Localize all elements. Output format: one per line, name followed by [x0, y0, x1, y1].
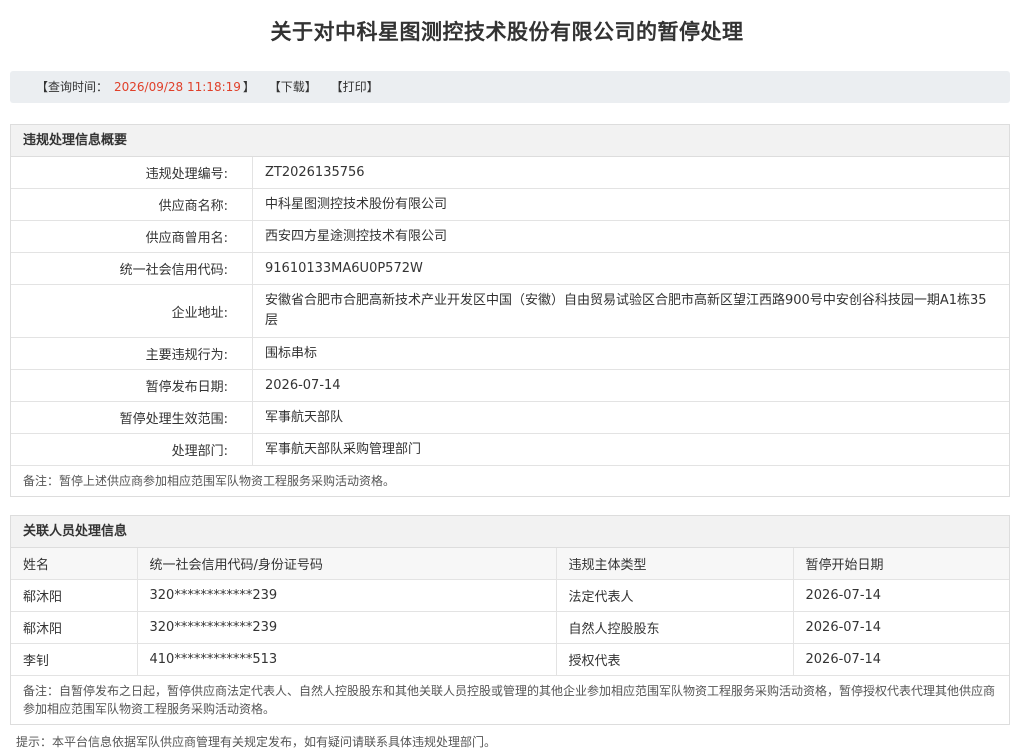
- query-time-close: 】: [242, 80, 255, 94]
- table-row: 李钊 410************513 授权代表 2026-07-14: [11, 643, 1009, 676]
- table-cell: 2026-07-14: [793, 579, 1009, 612]
- column-header: 暂停开始日期: [793, 548, 1009, 580]
- table-cell: 授权代表: [556, 643, 794, 676]
- violation-note: 备注：暂停上述供应商参加相应范围军队物资工程服务采购活动资格。: [23, 474, 396, 488]
- field-label: 供应商名称:: [11, 188, 253, 221]
- field-label: 企业地址:: [11, 284, 253, 338]
- field-value: 中科星图测控技术股份有限公司: [252, 188, 1009, 221]
- table-cell: 郗沐阳: [11, 579, 138, 612]
- table-row: 郗沐阳 320************239 法定代表人 2026-07-14: [11, 579, 1009, 612]
- page-title: 关于对中科星图测控技术股份有限公司的暂停处理: [270, 20, 744, 44]
- table-row: 主要违规行为: 围标串标: [11, 337, 1009, 370]
- field-label: 统一社会信用代码:: [11, 252, 253, 285]
- query-toolbar: 【查询时间： 2026/09/28 11:18:19】 【下载】 【打印】: [10, 71, 1010, 103]
- print-link[interactable]: 【打印】: [331, 80, 379, 94]
- field-value: 91610133MA6U0P572W: [252, 252, 1009, 285]
- table-cell: 法定代表人: [556, 579, 794, 612]
- field-value: 军事航天部队: [252, 401, 1009, 434]
- table-row: 郗沐阳 320************239 自然人控股股东 2026-07-1…: [11, 611, 1009, 644]
- field-value: 军事航天部队采购管理部门: [252, 433, 1009, 466]
- field-value: ZT2026135756: [252, 157, 1009, 189]
- table-row: 供应商名称: 中科星图测控技术股份有限公司: [11, 188, 1009, 221]
- field-label: 暂停发布日期:: [11, 369, 253, 402]
- field-label: 处理部门:: [11, 433, 253, 466]
- field-value: 围标串标: [252, 337, 1009, 370]
- table-row: 暂停处理生效范围: 军事航天部队: [11, 401, 1009, 434]
- table-cell: 郗沐阳: [11, 611, 138, 644]
- field-label: 供应商曾用名:: [11, 220, 253, 253]
- related-persons-panel: 关联人员处理信息 姓名 统一社会信用代码/身份证号码 违规主体类型 暂停开始日期…: [10, 515, 1010, 725]
- table-row: 违规处理编号: ZT2026135756: [11, 157, 1009, 189]
- related-persons-table: 姓名 统一社会信用代码/身份证号码 违规主体类型 暂停开始日期 郗沐阳 320*…: [11, 548, 1009, 676]
- violation-summary-panel: 违规处理信息概要 违规处理编号: ZT2026135756 供应商名称: 中科星…: [10, 124, 1010, 497]
- table-row: 供应商曾用名: 西安四方星途测控技术有限公司: [11, 220, 1009, 253]
- download-link[interactable]: 【下载】: [269, 80, 317, 94]
- column-header: 违规主体类型: [556, 548, 794, 580]
- field-label: 主要违规行为:: [11, 337, 253, 370]
- violation-summary-heading: 违规处理信息概要: [11, 125, 1009, 157]
- footer-tip: 提示：本平台信息依据军队供应商管理有关规定发布，如有疑问请联系具体违规处理部门。: [16, 735, 497, 749]
- table-row: 处理部门: 军事航天部队采购管理部门: [11, 433, 1009, 466]
- table-cell: 320************239: [137, 579, 557, 612]
- table-row: 统一社会信用代码: 91610133MA6U0P572W: [11, 252, 1009, 285]
- violation-summary-table: 违规处理编号: ZT2026135756 供应商名称: 中科星图测控技术股份有限…: [11, 157, 1009, 466]
- field-label: 违规处理编号:: [11, 157, 253, 189]
- column-header: 姓名: [11, 548, 138, 580]
- table-cell: 2026-07-14: [793, 643, 1009, 676]
- related-persons-heading: 关联人员处理信息: [11, 516, 1009, 548]
- table-cell: 410************513: [137, 643, 557, 676]
- column-header: 统一社会信用代码/身份证号码: [137, 548, 557, 580]
- query-time-label: 【查询时间：: [36, 80, 109, 94]
- related-persons-note: 备注：自暂停发布之日起，暂停供应商法定代表人、自然人控股股东和其他关联人员控股或…: [23, 684, 996, 716]
- query-time-value: 2026/09/28 11:18:19: [114, 80, 241, 94]
- table-row: 企业地址: 安徽省合肥市合肥高新技术产业开发区中国（安徽）自由贸易试验区合肥市高…: [11, 284, 1009, 338]
- table-cell: 320************239: [137, 611, 557, 644]
- table-row: 暂停发布日期: 2026-07-14: [11, 369, 1009, 402]
- field-value: 西安四方星途测控技术有限公司: [252, 220, 1009, 253]
- field-value: 安徽省合肥市合肥高新技术产业开发区中国（安徽）自由贸易试验区合肥市高新区望江西路…: [252, 284, 1009, 338]
- table-cell: 2026-07-14: [793, 611, 1009, 644]
- field-value: 2026-07-14: [252, 369, 1009, 402]
- field-label: 暂停处理生效范围:: [11, 401, 253, 434]
- table-header-row: 姓名 统一社会信用代码/身份证号码 违规主体类型 暂停开始日期: [11, 548, 1009, 580]
- table-cell: 李钊: [11, 643, 138, 676]
- table-cell: 自然人控股股东: [556, 611, 794, 644]
